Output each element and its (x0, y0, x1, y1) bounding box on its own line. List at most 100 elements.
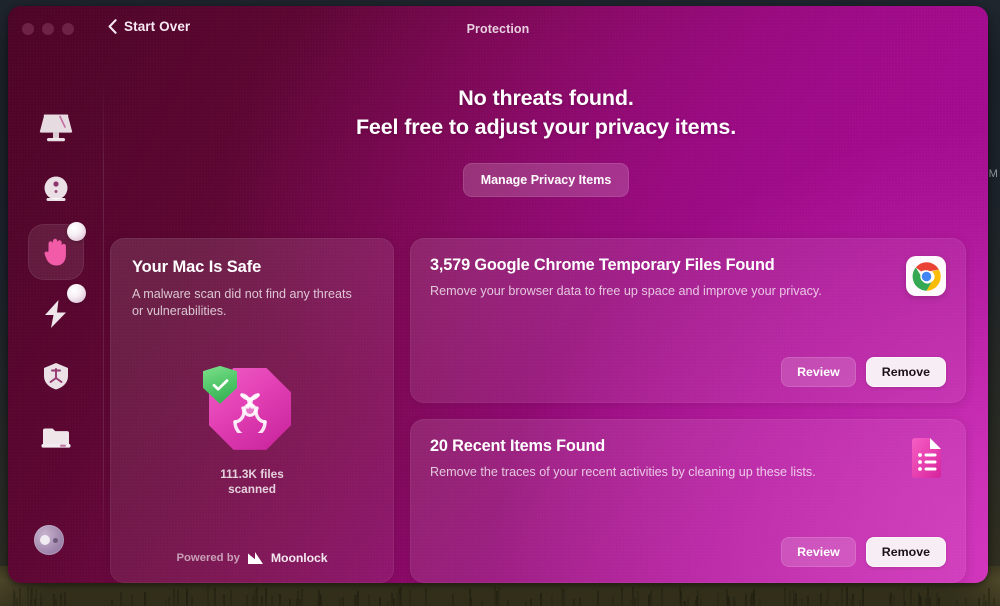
grass-blade (289, 599, 291, 606)
recent-items-document-icon (906, 437, 946, 481)
grass-blade (317, 601, 319, 606)
grass-blade (978, 598, 980, 606)
grass-blade (186, 592, 188, 606)
grass-blade (551, 595, 553, 606)
safe-card-title: Your Mac Is Safe (132, 258, 372, 277)
grass-blade (55, 599, 57, 606)
grass-blade (795, 593, 797, 606)
grass-blade (64, 592, 66, 606)
grass-blade (717, 593, 719, 606)
chrome-card-description: Remove your browser data to free up spac… (430, 284, 822, 298)
grass-blade (409, 590, 411, 606)
grass-blade (30, 589, 32, 606)
grass-blade (573, 599, 575, 606)
grass-blade (339, 598, 341, 606)
grass-blade (846, 587, 848, 606)
powered-by-label: Powered by (176, 552, 239, 564)
hand-stop-icon (42, 236, 70, 268)
grass-blade (938, 598, 940, 606)
grass-blade (246, 595, 248, 606)
grass-blade (452, 594, 454, 606)
hero-headline-line2: Feel free to adjust your privacy items. (104, 115, 988, 140)
grass-blade (301, 589, 303, 606)
chrome-temp-files-card: 3,579 Google Chrome Temporary Files Foun… (410, 238, 966, 403)
grass-blade (540, 593, 542, 606)
grass-blade (988, 588, 990, 606)
grass-blade (214, 588, 216, 606)
recent-remove-button[interactable]: Remove (866, 537, 946, 567)
moonlock-logo-icon (247, 551, 264, 565)
grass-blade (859, 600, 861, 606)
findings-column: 3,579 Google Chrome Temporary Files Foun… (410, 238, 966, 583)
hero-headline-line1: No threats found. (104, 86, 988, 111)
grass-blade (368, 594, 370, 606)
folder-icon (40, 424, 72, 452)
grass-blade (825, 599, 827, 606)
grass-blade (35, 589, 37, 606)
grass-blade (387, 601, 389, 606)
grass-blade (745, 593, 747, 606)
grass-blade (177, 590, 179, 606)
sidebar-item-smart-scan[interactable] (28, 162, 84, 218)
content-area: Your Mac Is Safe A malware scan did not … (104, 228, 988, 583)
grass-blade (637, 591, 639, 606)
powered-by-moonlock: Powered by Moonlock (132, 551, 372, 565)
sidebar-divider (103, 78, 104, 557)
recent-card-title: 20 Recent Items Found (430, 437, 816, 456)
manage-privacy-items-button[interactable]: Manage Privacy Items (463, 163, 630, 197)
grass-blade (165, 599, 167, 606)
your-mac-is-safe-card: Your Mac Is Safe A malware scan did not … (110, 238, 394, 583)
scan-count: 111.3K files scanned (220, 467, 284, 498)
recent-review-button[interactable]: Review (781, 537, 856, 567)
chrome-remove-button[interactable]: Remove (866, 357, 946, 387)
protection-notification-dot (67, 222, 86, 241)
grass-blade (342, 597, 344, 606)
grass-blade (173, 589, 175, 606)
sidebar-item-performance[interactable] (28, 286, 84, 342)
sidebar-item-my-clutter[interactable] (28, 410, 84, 466)
grass-blade (820, 593, 822, 606)
grass-blade (836, 601, 838, 606)
grass-blade (13, 590, 15, 606)
grass-blade (726, 589, 728, 606)
recent-items-card: 20 Recent Items Found Remove the traces … (410, 419, 966, 584)
chrome-review-button[interactable]: Review (781, 357, 856, 387)
grass-blade (650, 591, 652, 606)
grass-blade (271, 596, 273, 606)
checkmark-icon (212, 378, 229, 392)
app-window: Start Over Protection No threats found. … (8, 6, 988, 583)
grass-blade (661, 588, 663, 606)
grass-blade (827, 589, 829, 606)
grass-blade (120, 592, 122, 606)
grass-blade (759, 599, 761, 606)
grass-blade (223, 594, 225, 606)
grass-blade (396, 592, 398, 606)
grass-blade (498, 588, 500, 606)
grass-blade (936, 593, 938, 606)
recent-card-description: Remove the traces of your recent activit… (430, 465, 816, 479)
grass-blade (862, 599, 864, 606)
grass-blade (40, 601, 42, 606)
sidebar-item-protection[interactable] (28, 224, 84, 280)
biohazard-symbol (226, 385, 274, 433)
mac-display-icon (38, 113, 74, 143)
sidebar-item-applications[interactable] (28, 348, 84, 404)
grass-blade (993, 598, 995, 606)
grass-blade (612, 595, 614, 606)
user-avatar[interactable] (34, 525, 64, 555)
grass-blade (400, 587, 402, 606)
grass-blade (784, 588, 786, 606)
scan-count-line1: 111.3K files (220, 467, 284, 483)
grass-blade (903, 587, 905, 606)
grass-blade (621, 587, 623, 606)
lightning-bolt-icon (42, 299, 70, 329)
chrome-card-header: 3,579 Google Chrome Temporary Files Foun… (430, 256, 946, 298)
grass-blade (481, 601, 483, 606)
grass-blade (733, 597, 735, 606)
sidebar-item-dashboard[interactable] (28, 100, 84, 156)
grass-blade (983, 594, 985, 606)
document-list-icon (909, 437, 944, 480)
scan-count-line2: scanned (220, 482, 284, 498)
grass-blade (801, 598, 803, 606)
recent-card-header: 20 Recent Items Found Remove the traces … (430, 437, 946, 481)
